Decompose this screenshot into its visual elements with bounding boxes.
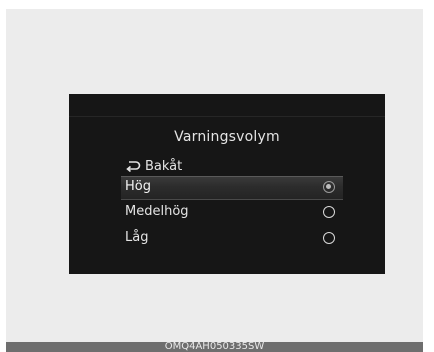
radio-unselected-icon[interactable] (323, 232, 335, 244)
option-hog[interactable]: Hög (121, 176, 343, 200)
option-label: Medelhög (125, 204, 189, 219)
option-label: Låg (125, 230, 149, 245)
option-medelhog[interactable]: Medelhög (121, 202, 343, 224)
option-lag[interactable]: Låg (121, 228, 343, 250)
figure-frame: Varningsvolym Bakåt Hög Medelhög Låg (6, 9, 423, 342)
back-button[interactable]: Bakåt (125, 157, 182, 175)
back-arrow-icon (125, 160, 141, 173)
option-label: Hög (125, 179, 151, 194)
radio-selected-icon[interactable] (323, 181, 335, 193)
screen-title: Varningsvolym (174, 129, 280, 145)
display-screen: Varningsvolym Bakåt Hög Medelhög Låg (69, 94, 385, 274)
screen-divider (69, 116, 385, 117)
back-label: Bakåt (145, 158, 183, 174)
figure-caption: OMQ4AH050335SW (6, 342, 423, 352)
radio-unselected-icon[interactable] (323, 206, 335, 218)
